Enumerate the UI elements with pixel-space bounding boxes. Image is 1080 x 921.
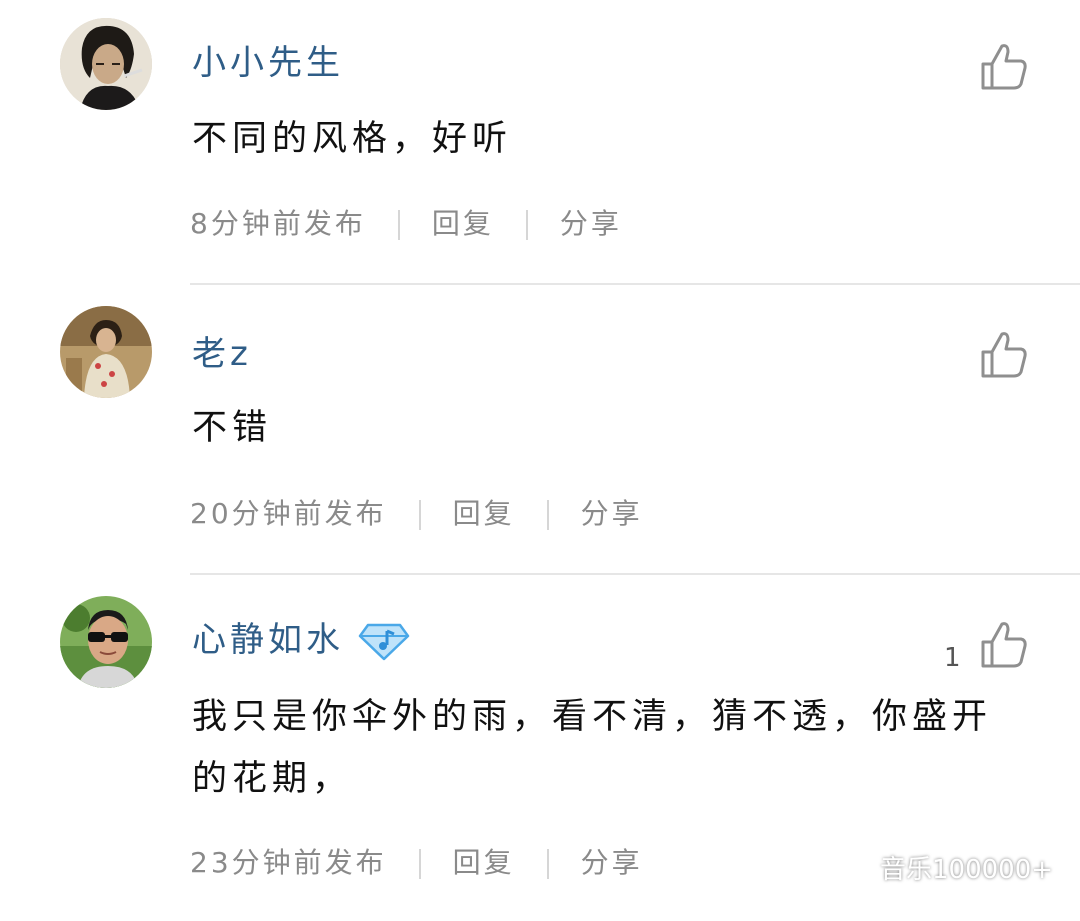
separator xyxy=(525,210,528,240)
share-button[interactable]: 分享 xyxy=(560,207,622,240)
comment-meta: 20分钟前发布 回复 分享 xyxy=(190,497,643,531)
separator xyxy=(418,500,421,530)
comment-text: 不同的风格，好听 xyxy=(192,119,513,159)
avatar-image xyxy=(60,306,152,398)
share-button[interactable]: 分享 xyxy=(581,846,643,879)
share-button[interactable]: 分享 xyxy=(581,497,643,530)
reply-button[interactable]: 回复 xyxy=(453,846,515,879)
comment-text: 不错 xyxy=(192,408,273,448)
thumbs-up-icon xyxy=(981,332,1027,378)
avatar-image xyxy=(60,18,152,110)
separator xyxy=(546,500,549,530)
reply-button[interactable]: 回复 xyxy=(453,497,515,530)
separator xyxy=(418,849,421,879)
username[interactable]: 小小先生 xyxy=(192,43,344,83)
divider xyxy=(190,283,1080,285)
avatar[interactable] xyxy=(60,306,152,398)
comment-text: 我只是你伞外的雨，看不清，猜不透，你盛开的花期， xyxy=(192,697,993,799)
thumbs-up-icon xyxy=(981,622,1027,668)
like-count: 1 xyxy=(944,643,961,673)
thumbs-up-icon xyxy=(981,44,1027,90)
separator xyxy=(397,210,400,240)
wechat-icon xyxy=(836,856,873,883)
like-button[interactable] xyxy=(980,620,1028,670)
timestamp: 8分钟前发布 xyxy=(190,207,366,240)
like-button[interactable] xyxy=(980,330,1028,380)
avatar[interactable] xyxy=(60,18,152,110)
comment-meta: 23分钟前发布 回复 分享 xyxy=(190,846,643,880)
username[interactable]: 老z xyxy=(192,334,252,374)
diamond-music-badge-icon xyxy=(358,623,410,660)
comment-meta: 8分钟前发布 回复 分享 xyxy=(190,207,622,241)
username[interactable]: 心静如水 xyxy=(192,620,410,661)
divider xyxy=(190,573,1080,575)
reply-button[interactable]: 回复 xyxy=(432,207,494,240)
username-text: 心静如水 xyxy=(192,620,344,660)
watermark: 音乐100000+ xyxy=(836,852,1053,888)
avatar-image xyxy=(60,596,152,688)
timestamp: 23分钟前发布 xyxy=(190,846,387,879)
separator xyxy=(546,849,549,879)
timestamp: 20分钟前发布 xyxy=(190,497,387,530)
watermark-text: 音乐100000+ xyxy=(880,855,1054,885)
like-button[interactable] xyxy=(980,42,1028,92)
avatar[interactable] xyxy=(60,596,152,688)
